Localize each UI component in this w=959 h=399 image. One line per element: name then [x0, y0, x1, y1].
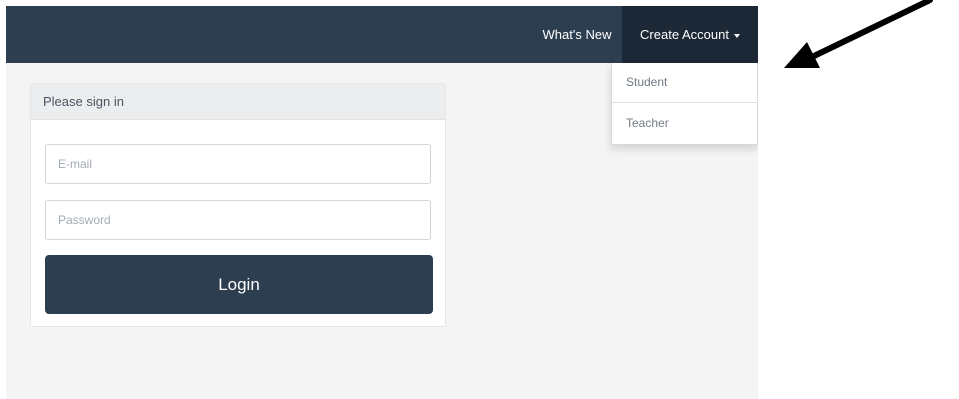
pointing-arrow-icon	[784, 0, 933, 68]
login-button[interactable]: Login	[45, 255, 433, 314]
signin-panel: Please sign in Login	[30, 83, 446, 327]
create-account-label: Create Account	[640, 27, 729, 42]
password-field[interactable]	[45, 200, 431, 240]
dropdown-item-teacher[interactable]: Teacher	[612, 104, 757, 144]
caret-down-icon	[733, 33, 740, 38]
screenshot-page: What's New Create Account Student Teache…	[0, 0, 959, 399]
top-navbar: What's New Create Account	[6, 6, 758, 63]
app-window: What's New Create Account Student Teache…	[6, 6, 758, 399]
nav-whats-new-label: What's New	[542, 27, 612, 42]
create-account-dropdown-menu: Student Teacher	[611, 63, 758, 145]
create-account-dropdown-toggle[interactable]: Create Account	[622, 6, 758, 63]
signin-panel-heading: Please sign in	[31, 84, 445, 120]
nav-whats-new-link[interactable]: What's New	[532, 6, 622, 63]
dropdown-item-student[interactable]: Student	[612, 63, 757, 103]
email-field[interactable]	[45, 144, 431, 184]
